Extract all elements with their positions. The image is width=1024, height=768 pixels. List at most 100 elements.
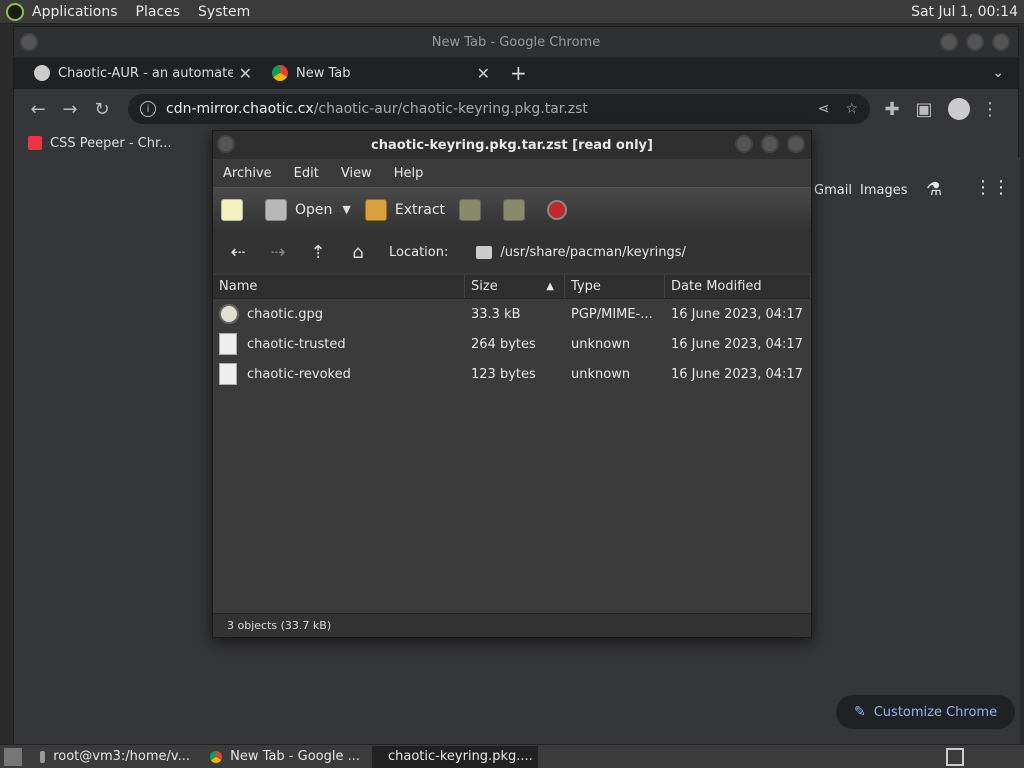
tab-search-chevron-icon[interactable]: ⌄ xyxy=(992,65,1004,81)
add-files-icon xyxy=(459,198,482,221)
distro-logo-icon[interactable] xyxy=(6,2,24,21)
terminal-icon xyxy=(40,750,46,763)
file-name: chaotic-trusted xyxy=(247,336,346,352)
css-peeper-icon xyxy=(28,136,42,150)
minimize-button[interactable] xyxy=(940,33,958,51)
stop-button[interactable] xyxy=(547,199,575,220)
url-path: /chaotic-aur/chaotic-keyring.pkg.tar.zst xyxy=(313,101,588,117)
show-desktop-icon[interactable] xyxy=(4,747,22,766)
share-icon[interactable]: ⋖ xyxy=(818,101,830,117)
menu-archive[interactable]: Archive xyxy=(223,166,272,181)
customize-chrome-label: Customize Chrome xyxy=(873,704,998,720)
side-panel-icon[interactable]: ▣ xyxy=(910,95,938,123)
extract-button[interactable]: Extract xyxy=(364,198,446,221)
forward-arrow-icon[interactable]: → xyxy=(56,95,84,123)
new-archive-button[interactable] xyxy=(221,198,251,221)
open-button[interactable]: Open xyxy=(265,198,333,221)
up-arrow-icon[interactable]: ⇡ xyxy=(301,237,335,267)
close-button[interactable] xyxy=(992,33,1010,51)
clock[interactable]: Sat Jul 1, 00:14 xyxy=(911,4,1018,20)
location-field[interactable]: /usr/share/pacman/keyrings/ xyxy=(470,238,803,266)
menu-system[interactable]: System xyxy=(198,4,250,20)
taskbar-item-archive[interactable]: chaotic-keyring.pkg.... xyxy=(372,745,538,768)
window-menu-icon[interactable] xyxy=(20,33,38,51)
location-label: Location: xyxy=(389,244,449,260)
menu-places[interactable]: Places xyxy=(136,4,181,20)
extract-label: Extract xyxy=(394,201,446,218)
address-bar[interactable]: i cdn-mirror.chaotic.cx /chaotic-aur/cha… xyxy=(128,94,870,124)
tab-close-icon[interactable]: ✕ xyxy=(239,64,252,83)
bookmark-css-peeper[interactable]: CSS Peeper - Chr... xyxy=(50,136,172,151)
site-info-icon[interactable]: i xyxy=(140,101,156,117)
window-menu-icon[interactable] xyxy=(217,135,235,153)
folder-icon xyxy=(476,245,493,259)
gmail-link[interactable]: Gmail xyxy=(814,183,852,198)
add-files-button[interactable] xyxy=(459,198,489,221)
file-size: 264 bytes xyxy=(471,336,536,352)
archive-titlebar[interactable]: chaotic-keyring.pkg.tar.zst [read only] xyxy=(213,131,811,159)
forward-arrow-icon[interactable]: ⇢ xyxy=(261,237,295,267)
bookmark-star-icon[interactable]: ☆ xyxy=(845,101,858,117)
customize-chrome-button[interactable]: ✎ Customize Chrome xyxy=(836,695,1016,729)
extensions-puzzle-icon[interactable]: ✚ xyxy=(878,95,906,123)
taskbar-item-label: chaotic-keyring.pkg.... xyxy=(388,749,533,764)
menu-applications[interactable]: Applications xyxy=(32,4,118,20)
taskbar-item-label: root@vm3:/home/v... xyxy=(53,749,190,764)
file-name: chaotic-revoked xyxy=(247,366,351,382)
labs-flask-icon[interactable]: ⚗ xyxy=(926,179,942,200)
close-button[interactable] xyxy=(787,135,805,153)
stop-icon xyxy=(547,199,568,220)
tab-new-tab[interactable]: New Tab ✕ xyxy=(262,57,500,89)
url-host: cdn-mirror.chaotic.cx xyxy=(166,101,314,117)
tab-chaotic-aur[interactable]: Chaotic-AUR - an automated | ✕ xyxy=(24,57,262,89)
add-folder-button[interactable] xyxy=(503,198,533,221)
column-type[interactable]: Type xyxy=(565,275,665,298)
column-date[interactable]: Date Modified xyxy=(665,275,811,298)
file-list-header: Name Size ▲ Type Date Modified xyxy=(213,275,811,299)
table-row[interactable]: chaotic.gpg 33.3 kB PGP/MIME-... 16 June… xyxy=(213,299,811,329)
menu-help[interactable]: Help xyxy=(394,166,424,181)
file-date: 16 June 2023, 04:17 xyxy=(671,336,803,352)
taskbar-item-terminal[interactable]: root@vm3:/home/v... xyxy=(32,746,198,768)
table-row[interactable]: chaotic-trusted 264 bytes unknown 16 Jun… xyxy=(213,329,811,359)
workspace-switcher-icon[interactable] xyxy=(946,747,964,766)
back-arrow-icon[interactable]: ⇠ xyxy=(221,237,255,267)
file-type: unknown xyxy=(571,366,631,382)
profile-avatar-icon[interactable] xyxy=(948,98,970,120)
status-bar: 3 objects (33.7 kB) xyxy=(213,613,811,637)
images-link[interactable]: Images xyxy=(860,183,908,198)
gpg-key-icon xyxy=(219,304,239,324)
kebab-menu-icon[interactable]: ⋮ xyxy=(976,95,1004,123)
new-archive-icon xyxy=(221,198,243,221)
new-tab-plus-icon[interactable]: + xyxy=(510,61,527,85)
column-size-label: Size xyxy=(471,279,498,294)
tab-close-icon[interactable]: ✕ xyxy=(477,64,490,83)
menu-view[interactable]: View xyxy=(341,166,372,181)
apps-grid-icon[interactable]: ⋮⋮ xyxy=(974,177,1010,198)
column-size[interactable]: Size ▲ xyxy=(465,275,565,298)
open-label: Open xyxy=(295,201,333,218)
status-text: 3 objects (33.7 kB) xyxy=(227,619,332,632)
back-arrow-icon[interactable]: ← xyxy=(24,95,52,123)
column-name[interactable]: Name xyxy=(213,275,465,298)
chrome-titlebar[interactable]: New Tab - Google Chrome xyxy=(14,27,1018,57)
file-name: chaotic.gpg xyxy=(247,306,324,322)
sort-ascending-icon: ▲ xyxy=(546,281,554,292)
globe-icon xyxy=(34,65,50,81)
extract-icon xyxy=(364,198,387,221)
table-row[interactable]: chaotic-revoked 123 bytes unknown 16 Jun… xyxy=(213,359,811,389)
home-icon[interactable]: ⌂ xyxy=(341,237,375,267)
taskbar-item-chrome[interactable]: New Tab - Google ... xyxy=(202,746,368,768)
maximize-button[interactable] xyxy=(966,33,984,51)
menu-edit[interactable]: Edit xyxy=(294,166,319,181)
minimize-button[interactable] xyxy=(735,135,753,153)
open-dropdown-button[interactable]: ▼ xyxy=(342,203,350,216)
maximize-button[interactable] xyxy=(761,135,779,153)
file-type: PGP/MIME-... xyxy=(571,306,653,322)
tab-label: Chaotic-AUR - an automated | xyxy=(58,65,233,81)
column-type-label: Type xyxy=(571,279,601,294)
taskbar-item-label: New Tab - Google ... xyxy=(230,749,360,764)
file-date: 16 June 2023, 04:17 xyxy=(671,306,803,322)
chrome-toolbar: ← → ↻ i cdn-mirror.chaotic.cx /chaotic-a… xyxy=(14,89,1018,129)
reload-icon[interactable]: ↻ xyxy=(88,95,116,123)
